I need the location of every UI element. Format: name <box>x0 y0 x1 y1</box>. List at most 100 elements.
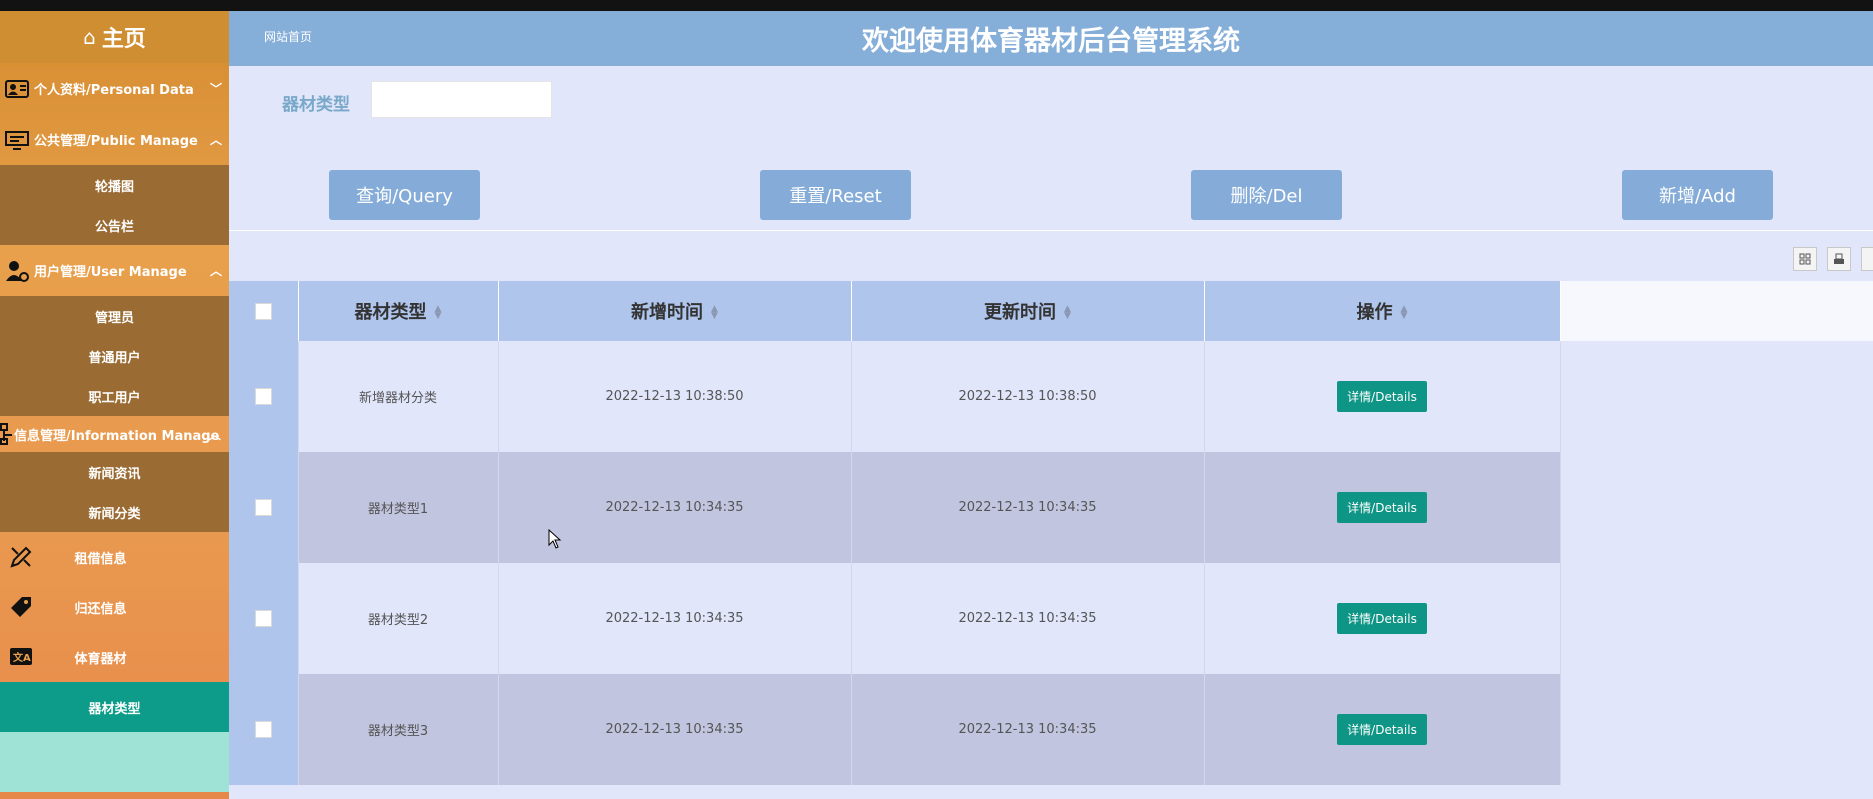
sidebar-menu-personal-data[interactable]: 个人资料/Personal Data ﹀ <box>0 63 229 114</box>
cell-updated: 2022-12-13 10:38:50 <box>851 341 1205 452</box>
column-header[interactable]: 操作 ▲ ▼ <box>1204 281 1561 341</box>
row-select-cell <box>229 674 299 785</box>
pencil-ruler-icon <box>0 545 42 569</box>
equipment-type-search-input[interactable] <box>371 81 552 118</box>
sidebar-item-return[interactable]: 归还信息 <box>0 582 229 632</box>
cell-type: 器材类型3 <box>298 674 499 785</box>
sort-icon: ▲ ▼ <box>434 304 442 321</box>
row-select-cell <box>229 452 299 563</box>
cell-actions: 详情/Details <box>1204 452 1561 563</box>
print-icon[interactable] <box>1861 247 1873 271</box>
sidebar-home[interactable]: ⌂ 主页 <box>0 11 229 63</box>
query-button[interactable]: 查询/Query <box>329 170 480 220</box>
row-checkbox[interactable] <box>254 499 272 516</box>
chevron-up-icon: ︿ <box>209 133 222 147</box>
cell-actions: 详情/Details <box>1204 674 1561 785</box>
cell-type: 新增器材分类 <box>298 341 499 452</box>
details-button[interactable]: 详情/Details <box>1337 603 1427 634</box>
sidebar-item-staff-user[interactable]: 职工用户 <box>0 376 229 416</box>
id-card-icon <box>0 79 34 99</box>
divider <box>229 230 1873 231</box>
cell-updated: 2022-12-13 10:34:35 <box>851 674 1205 785</box>
sidebar-menu-label: 用户管理/User Manage <box>34 265 187 280</box>
sidebar-item-admin[interactable]: 管理员 <box>0 296 229 336</box>
cell-type: 器材类型2 <box>298 563 499 674</box>
sidebar-item-rental[interactable]: 租借信息 <box>0 532 229 582</box>
table-row: 器材类型2 2022-12-13 10:34:35 2022-12-13 10:… <box>229 563 1561 674</box>
sidebar-menu-label: 公共管理/Public Manage <box>34 134 198 149</box>
cell-created: 2022-12-13 10:34:35 <box>498 563 852 674</box>
sidebar-item-news[interactable]: 新闻资讯 <box>0 452 229 492</box>
sidebar-item-news-category[interactable]: 新闻分类 <box>0 492 229 532</box>
cell-updated: 2022-12-13 10:34:35 <box>851 563 1205 674</box>
column-header-label: 器材类型 <box>354 302 427 323</box>
home-icon: ⌂ <box>83 25 96 49</box>
sidebar-menu-user-manage[interactable]: 用户管理/User Manage ︿ <box>0 245 229 296</box>
sitemap-icon <box>0 423 14 445</box>
column-header[interactable]: 更新时间 ▲ ▼ <box>851 281 1205 341</box>
sidebar-submenu-user: 管理员 普通用户 职工用户 <box>0 296 229 416</box>
column-header[interactable]: 器材类型 ▲ ▼ <box>298 281 499 341</box>
search-label: 器材类型 <box>282 95 350 115</box>
window-top-strip <box>0 0 1873 11</box>
column-header-label: 操作 <box>1356 302 1393 323</box>
table-row: 器材类型1 2022-12-13 10:34:35 2022-12-13 10:… <box>229 452 1561 563</box>
columns-icon[interactable] <box>1793 247 1817 271</box>
sidebar-item-normal-user[interactable]: 普通用户 <box>0 336 229 376</box>
select-all-cell <box>229 281 299 341</box>
sidebar-item-equipment-type[interactable]: 器材类型 <box>0 682 229 732</box>
column-header-label: 新增时间 <box>631 302 704 323</box>
export-icon[interactable] <box>1827 247 1851 271</box>
tag-icon <box>0 595 42 619</box>
cell-created: 2022-12-13 10:38:50 <box>498 341 852 452</box>
sidebar-menu-label: 信息管理/Information Manage <box>14 428 220 444</box>
details-button[interactable]: 详情/Details <box>1337 492 1427 523</box>
sidebar-menu-label: 个人资料/Personal Data <box>34 83 194 98</box>
translate-icon: 文A <box>0 646 42 668</box>
sidebar-item-bulletin[interactable]: 公告栏 <box>0 205 229 245</box>
row-checkbox[interactable] <box>254 610 272 627</box>
svg-text:文A: 文A <box>13 651 31 664</box>
table-row: 新增器材分类 2022-12-13 10:38:50 2022-12-13 10… <box>229 341 1561 452</box>
row-checkbox[interactable] <box>254 388 272 405</box>
cell-type: 器材类型1 <box>298 452 499 563</box>
add-button[interactable]: 新增/Add <box>1622 170 1773 220</box>
sidebar-item-equipment[interactable]: 文A 体育器材 <box>0 632 229 682</box>
sidebar-item-label: 归还信息 <box>74 601 127 617</box>
sidebar-menu-public-manage[interactable]: 公共管理/Public Manage ︿ <box>0 114 229 165</box>
delete-button[interactable]: 删除/Del <box>1191 170 1342 220</box>
sidebar-submenu-info: 新闻资讯 新闻分类 <box>0 452 229 532</box>
chevron-up-icon: ︿ <box>209 264 222 278</box>
sidebar-item-carousel[interactable]: 轮播图 <box>0 165 229 205</box>
sidebar: ⌂ 主页 个人资料/Personal Data ﹀ 公共管理/Public Ma… <box>0 11 229 799</box>
top-header: 欢迎使用体育器材后台管理系统 网站首页 <box>229 11 1873 66</box>
column-header-label: 更新时间 <box>984 302 1057 323</box>
table-row: 器材类型3 2022-12-13 10:34:35 2022-12-13 10:… <box>229 674 1561 785</box>
sidebar-menu-information-manage[interactable]: 信息管理/Information Manage ︿ <box>0 416 229 452</box>
details-button[interactable]: 详情/Details <box>1337 714 1427 745</box>
sidebar-item-label: 体育器材 <box>74 651 127 667</box>
sort-icon: ▲ ▼ <box>1064 304 1071 321</box>
chevron-up-icon: ︿ <box>209 427 222 442</box>
column-header[interactable]: 新增时间 ▲ ▼ <box>498 281 852 341</box>
mouse-pointer-icon <box>548 528 562 553</box>
cell-created: 2022-12-13 10:34:35 <box>498 674 852 785</box>
monitor-icon <box>0 130 34 150</box>
page-title: 欢迎使用体育器材后台管理系统 <box>862 26 1240 57</box>
table-header-row: 器材类型 ▲ ▼ 新增时间 ▲ ▼ 更新时间 ▲ ▼ 操作 ▲ ▼ <box>229 281 1561 341</box>
row-checkbox[interactable] <box>254 721 272 738</box>
row-select-cell <box>229 341 299 452</box>
details-button[interactable]: 详情/Details <box>1337 381 1427 412</box>
data-table: 器材类型 ▲ ▼ 新增时间 ▲ ▼ 更新时间 ▲ ▼ 操作 ▲ ▼ 新增器材分类 2022-12… <box>229 281 1561 785</box>
table-header-blank <box>1560 281 1873 341</box>
reset-button[interactable]: 重置/Reset <box>760 170 911 220</box>
user-gear-icon <box>0 260 34 282</box>
sidebar-item-next[interactable] <box>0 732 229 792</box>
row-select-cell <box>229 563 299 674</box>
sidebar-item-label: 租借信息 <box>74 551 127 567</box>
sidebar-submenu-public: 轮播图 公告栏 <box>0 165 229 245</box>
select-all-checkbox[interactable] <box>254 303 272 320</box>
sort-icon: ▲ ▼ <box>711 304 718 321</box>
sort-icon: ▲ ▼ <box>1400 304 1408 321</box>
breadcrumb-home[interactable]: 网站首页 <box>264 28 312 45</box>
